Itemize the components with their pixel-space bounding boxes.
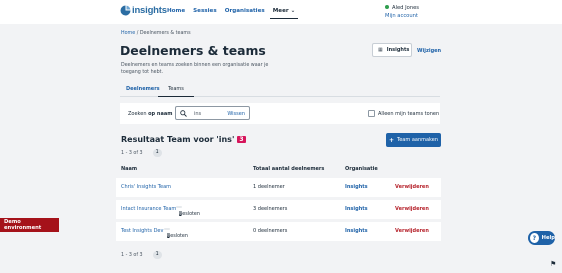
closed-badge-label: Besloten xyxy=(167,234,188,239)
search-icon xyxy=(180,110,187,117)
search-label-prefix: Zoeken xyxy=(128,111,147,117)
team-organisation-link[interactable]: Insights xyxy=(345,228,368,234)
create-team-label: Team aanmaken xyxy=(397,137,439,143)
nav-more-label: Meer xyxy=(272,8,289,14)
delete-team-button[interactable]: Verwijderen xyxy=(395,206,429,212)
plus-icon: + xyxy=(388,136,395,144)
breadcrumb: Home / Deelnemers & teams xyxy=(121,31,191,36)
delete-team-button[interactable]: Verwijderen xyxy=(395,184,429,190)
breadcrumb-current: Deelnemers & teams xyxy=(139,31,191,36)
user-name: Aled Jones xyxy=(392,5,420,11)
chevron-down-icon: ⌄ xyxy=(290,8,296,14)
search-label: Zoeken op naam xyxy=(128,111,172,117)
column-header-members: Totaal aantal deelnemers xyxy=(253,166,325,172)
table-row: Test Insights Dev 🔒︎ Besloten 0 deelneme… xyxy=(116,222,441,241)
page-title: Deelnemers & teams xyxy=(120,43,266,58)
column-header-organisation: Organisatie xyxy=(345,166,378,172)
help-label: Help xyxy=(541,235,555,241)
create-team-button[interactable]: + Team aanmaken xyxy=(386,133,441,147)
insights-logo[interactable]: insights xyxy=(120,5,167,16)
tab-teams[interactable]: Teams xyxy=(158,86,194,97)
pagination-text: 1 - 3 of 3 xyxy=(121,252,143,258)
only-my-teams-checkbox[interactable] xyxy=(368,110,375,117)
help-button[interactable]: ? Help xyxy=(528,231,555,245)
search-panel: Zoeken op naam ins Wissen Alleen mijn te… xyxy=(120,103,440,124)
clear-search-button[interactable]: Wissen xyxy=(227,111,245,117)
insights-logo-icon xyxy=(120,5,131,16)
closed-badge: 🔒︎ Besloten xyxy=(176,206,200,218)
search-label-suffix: op naam xyxy=(148,111,173,117)
table-row: Chris' Insights Team 1 deelnemer Insight… xyxy=(116,178,441,197)
my-account-link[interactable]: Mijn account xyxy=(385,12,419,20)
page-description: Deelnemers en teams zoeken binnen een or… xyxy=(121,63,269,75)
delete-team-button[interactable]: Verwijderen xyxy=(395,228,429,234)
logo-text: insights xyxy=(132,5,167,16)
organisation-selector-button[interactable]: ▦ Insights xyxy=(372,43,412,57)
table-row: Intact Insurance Team 🔒︎ Besloten 3 deel… xyxy=(116,200,441,219)
only-my-teams-label[interactable]: Alleen mijn teams tonen xyxy=(378,111,439,117)
results-title-text: Resultaat Team voor 'ins' xyxy=(121,135,235,144)
question-icon: ? xyxy=(530,233,539,243)
main-nav: Home Sessies Organisaties Meer ⌄ xyxy=(167,8,303,19)
pagination-top: 1 - 3 of 3 1 xyxy=(121,149,162,157)
tab-bar: Deelnemers Teams xyxy=(120,83,440,97)
team-members-count: 3 deelnemers xyxy=(253,206,288,212)
page-button-current[interactable]: 1 xyxy=(152,149,162,157)
nav-home[interactable]: Home xyxy=(167,8,185,19)
breadcrumb-home[interactable]: Home xyxy=(121,31,135,36)
search-value: ins xyxy=(194,111,202,117)
organisation-icon: ▦ xyxy=(378,47,383,53)
demo-environment-banner: Demo environment xyxy=(0,218,59,232)
nav-organisaties[interactable]: Organisaties xyxy=(225,8,265,19)
page-button-current[interactable]: 1 xyxy=(152,251,162,259)
nav-more[interactable]: Meer ⌄ xyxy=(269,8,298,19)
flag-icon[interactable]: ⚑ xyxy=(550,260,556,268)
team-organisation-link[interactable]: Insights xyxy=(345,184,368,190)
team-members-count: 0 deelnemers xyxy=(253,228,288,234)
top-bar: insights Home Sessies Organisaties Meer … xyxy=(0,0,562,24)
change-organisation-link[interactable]: Wijzigen xyxy=(417,48,441,54)
pagination-bottom: 1 - 3 of 3 1 xyxy=(121,251,162,259)
teams-table: Naam Totaal aantal deelnemers Organisati… xyxy=(116,161,441,244)
results-title: Resultaat Team voor 'ins' 3 xyxy=(121,135,246,144)
column-header-name: Naam xyxy=(121,166,138,172)
team-name-link[interactable]: Intact Insurance Team xyxy=(121,206,176,212)
table-header: Naam Totaal aantal deelnemers Organisati… xyxy=(116,161,441,178)
user-status: Aled Jones xyxy=(385,4,419,12)
closed-badge: 🔒︎ Besloten xyxy=(164,228,188,240)
tab-deelnemers[interactable]: Deelnemers xyxy=(126,86,160,92)
pagination-text: 1 - 3 of 3 xyxy=(121,150,143,156)
search-input[interactable]: ins Wissen xyxy=(175,106,250,120)
results-count-badge: 3 xyxy=(237,136,246,143)
team-organisation-link[interactable]: Insights xyxy=(345,206,368,212)
team-name-link[interactable]: Test Insights Dev xyxy=(121,228,163,234)
organisation-selector-label: Insights xyxy=(386,47,410,53)
online-status-icon xyxy=(385,4,389,9)
user-menu: Aled Jones Mijn account xyxy=(385,4,419,20)
nav-sessies[interactable]: Sessies xyxy=(193,8,217,19)
team-name-link[interactable]: Chris' Insights Team xyxy=(121,184,171,190)
team-members-count: 1 deelnemer xyxy=(253,184,285,190)
closed-badge-label: Besloten xyxy=(179,212,200,217)
